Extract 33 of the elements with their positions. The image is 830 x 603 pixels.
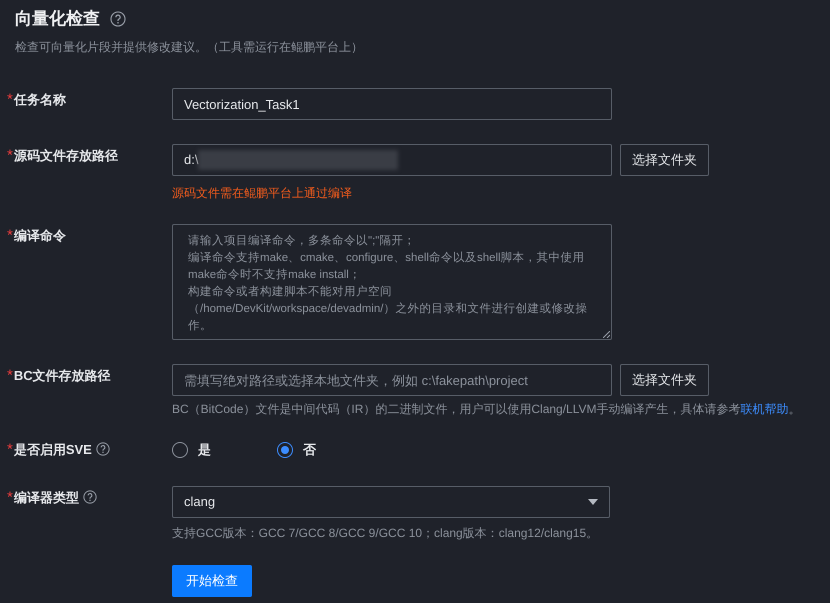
required-mark: * <box>7 92 13 108</box>
required-mark: * <box>7 228 13 244</box>
command-textarea[interactable]: 请输入项目编译命令，多条命令以";"隔开； 编译命令支持make、cmake、configure、shell命令以及shell脚本，其中使用make命令时不支持make install； 构建命令或者构建脚本不能对用户空间（/home/DevKit/workspace/devadmin/）之外的目录和文件进行创建或修改操作。 <box>172 224 612 340</box>
compiler-select[interactable]: clang <box>172 486 610 518</box>
choose-folder-button[interactable]: 选择文件夹 <box>620 144 709 176</box>
field-label: 源码文件存放路径 <box>14 148 118 164</box>
start-check-button[interactable]: 开始检查 <box>172 565 252 597</box>
page-description: 检查可向量化片段并提供修改建议。（工具需运行在鲲鹏平台上） <box>15 39 364 56</box>
required-mark: * <box>7 442 13 458</box>
help-icon[interactable] <box>82 490 97 504</box>
caret-icon <box>588 499 598 505</box>
radio-option[interactable]: 否 <box>277 440 382 460</box>
field-label: 是否启用SVE <box>14 442 92 458</box>
help-icon[interactable] <box>96 442 110 456</box>
field-label: 编译器类型 <box>14 490 79 506</box>
text-field[interactable]: Vectorization_Task1 <box>172 88 612 120</box>
path-field[interactable]: d:\ <box>172 144 612 176</box>
field-label: 编译命令 <box>14 228 66 244</box>
path-field[interactable]: 需填写绝对路径或选择本地文件夹，例如 c:\fakepath\project <box>172 364 612 396</box>
required-mark: * <box>7 490 13 506</box>
warning-text: 源码文件需在鲲鹏平台上通过编译 <box>172 185 353 202</box>
field-label: BC文件存放路径 <box>14 368 111 384</box>
radio-option[interactable]: 是 <box>172 440 277 460</box>
help-icon[interactable] <box>110 11 126 27</box>
resize-grip-icon <box>603 331 610 338</box>
field-label: 任务名称 <box>14 92 66 108</box>
hint-text: BC（BitCode）文件是中间代码（IR）的二进制文件，用户可以使用Clang/LLVM手动编译产生，具体请参考联机帮助。 <box>172 401 802 418</box>
required-mark: * <box>7 368 13 384</box>
page-title: 向量化检查 <box>15 8 100 30</box>
choose-folder-button[interactable]: 选择文件夹 <box>620 364 709 396</box>
hint-text: 支持GCC版本：GCC 7/GCC 8/GCC 9/GCC 10；clang版本：clang12/clang15。 <box>172 525 600 542</box>
required-mark: * <box>7 148 13 164</box>
help-link[interactable]: 联机帮助 <box>740 402 789 416</box>
